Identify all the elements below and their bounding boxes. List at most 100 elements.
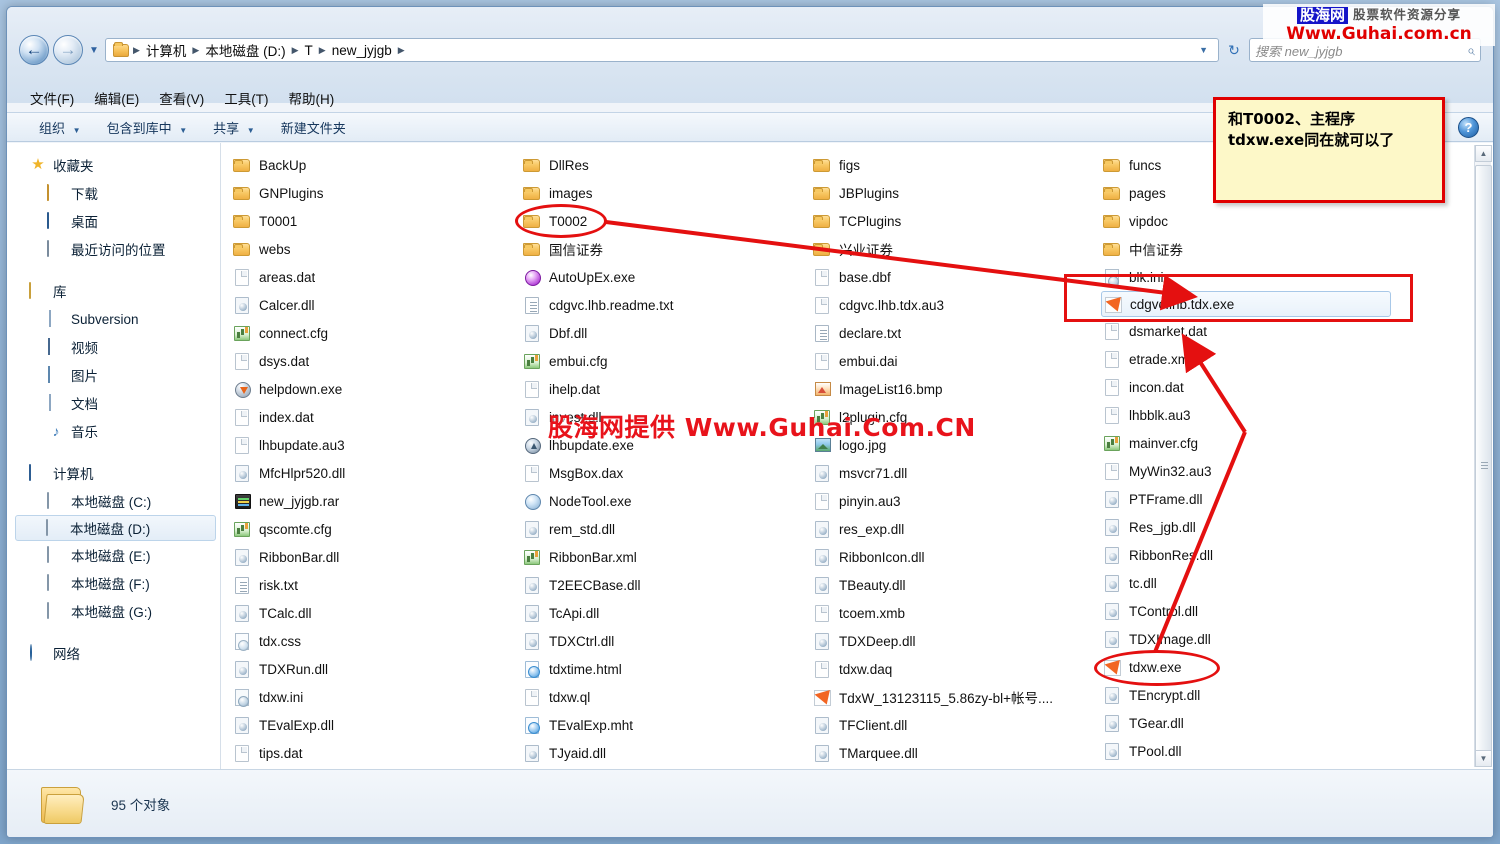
breadcrumb[interactable]: ▶ 计算机 ▶ 本地磁盘 (D:) ▶ T ▶ new_jyjgb ▶ ▼ (105, 38, 1219, 62)
file-item[interactable]: TMarquee.dll (811, 739, 1101, 767)
file-item[interactable]: TFClient.dll (811, 711, 1101, 739)
file-item[interactable]: tdxw.daq (811, 655, 1101, 683)
file-item[interactable]: T0002 (521, 207, 811, 235)
sidebar-item-drive-g[interactable]: 本地磁盘 (G:) (7, 597, 220, 625)
new-folder-button[interactable]: 新建文件夹 (271, 114, 356, 141)
file-item[interactable]: qscomte.cfg (231, 515, 521, 543)
file-item[interactable]: TEncrypt.dll (1101, 681, 1401, 709)
file-item[interactable]: webs (231, 235, 521, 263)
file-item[interactable]: 中信证券 (1101, 235, 1401, 263)
file-item[interactable]: blk.ini (1101, 263, 1401, 291)
sidebar-group-favorites[interactable]: ★ 收藏夹 (7, 151, 220, 179)
file-item[interactable]: incon.dat (1101, 373, 1401, 401)
file-item[interactable]: TJyaid.dll (521, 739, 811, 767)
file-item[interactable]: rem_std.dll (521, 515, 811, 543)
file-item[interactable]: cdgvc.lhb.readme.txt (521, 291, 811, 319)
file-item[interactable]: TcApi.dll (521, 599, 811, 627)
file-item[interactable]: RibbonIcon.dll (811, 543, 1101, 571)
file-item[interactable]: dsys.dat (231, 347, 521, 375)
file-item[interactable]: embui.dai (811, 347, 1101, 375)
file-item[interactable]: GNPlugins (231, 179, 521, 207)
file-item[interactable]: JBPlugins (811, 179, 1101, 207)
file-item[interactable]: l2plugin.cfg (811, 403, 1101, 431)
file-item[interactable]: tdxw.exe (1101, 653, 1401, 681)
breadcrumb-separator[interactable]: ▶ (131, 45, 142, 56)
file-item[interactable]: invest.dll (521, 403, 811, 431)
file-item[interactable]: msvcr71.dll (811, 459, 1101, 487)
file-item[interactable]: 国信证券 (521, 235, 811, 263)
menu-item-help[interactable]: 帮助(H) (280, 86, 344, 110)
breadcrumb-separator[interactable]: ▶ (290, 45, 301, 56)
file-item[interactable]: tc.dll (1101, 569, 1401, 597)
file-item[interactable]: T0001 (231, 207, 521, 235)
file-item[interactable]: MfcHlpr520.dll (231, 459, 521, 487)
scroll-up-icon[interactable]: ▲ (1475, 145, 1492, 162)
breadcrumb-item-0[interactable]: 计算机 (142, 39, 191, 61)
file-item[interactable]: dsmarket.dat (1101, 317, 1401, 345)
file-item[interactable]: logo.jpg (811, 431, 1101, 459)
share-button[interactable]: 共享 ▼ (203, 114, 265, 141)
menu-item-tools[interactable]: 工具(T) (215, 86, 277, 110)
file-item[interactable]: index.dat (231, 403, 521, 431)
file-item[interactable]: vipdoc (1101, 207, 1401, 235)
file-item[interactable]: new_jyjgb.rar (231, 487, 521, 515)
sidebar-item-documents[interactable]: 文档 (7, 389, 220, 417)
sidebar-item-drive-c[interactable]: 本地磁盘 (C:) (7, 487, 220, 515)
file-item[interactable]: funcs (1101, 151, 1401, 179)
file-item[interactable]: pinyin.au3 (811, 487, 1101, 515)
file-item[interactable]: res_exp.dll (811, 515, 1101, 543)
file-item[interactable]: lhbupdate.exe (521, 431, 811, 459)
file-item[interactable]: figs (811, 151, 1101, 179)
file-list-pane[interactable]: BackUp GNPlugins T0001 webs areas.dat Calcer.… (221, 143, 1493, 769)
file-item[interactable]: TEvalExp.dll (231, 711, 521, 739)
file-item[interactable]: helpdown.exe (231, 375, 521, 403)
sidebar-group-network[interactable]: 网络 (7, 639, 220, 667)
file-item[interactable]: TBeauty.dll (811, 571, 1101, 599)
chevron-down-icon[interactable]: ▼ (87, 45, 101, 56)
file-item[interactable]: tdx.css (231, 627, 521, 655)
file-item[interactable]: areas.dat (231, 263, 521, 291)
sidebar-item-recent-places[interactable]: 最近访问的位置 (7, 235, 220, 263)
search-icon[interactable]: ⌕ (1467, 42, 1475, 59)
scroll-down-icon[interactable]: ▼ (1475, 750, 1492, 767)
file-item[interactable]: TDXDeep.dll (811, 627, 1101, 655)
file-item[interactable]: TdxW_13123115_5.86zy-bl+帐号.... (811, 683, 1101, 711)
address-dropdown-icon[interactable]: ▼ (1193, 45, 1214, 55)
sidebar-item-subversion[interactable]: Subversion (7, 305, 220, 333)
organize-button[interactable]: 组织 ▼ (29, 114, 91, 141)
sidebar-group-libraries[interactable]: 库 (7, 277, 220, 305)
breadcrumb-separator[interactable]: ▶ (396, 45, 407, 56)
file-item[interactable]: ihelp.dat (521, 375, 811, 403)
file-item[interactable]: TControl.dll (1101, 597, 1401, 625)
file-item[interactable]: TGear.dll (1101, 709, 1401, 737)
file-item[interactable]: Res_jgb.dll (1101, 513, 1401, 541)
sidebar-group-computer[interactable]: 计算机 (7, 459, 220, 487)
sidebar-item-music[interactable]: ♪ 音乐 (7, 417, 220, 445)
file-item[interactable]: AutoUpEx.exe (521, 263, 811, 291)
file-item[interactable]: lhbupdate.au3 (231, 431, 521, 459)
file-item[interactable]: tdxw.ql (521, 683, 811, 711)
file-item[interactable]: tdxtime.html (521, 655, 811, 683)
file-item[interactable]: 兴业证券 (811, 235, 1101, 263)
file-item[interactable]: mainver.cfg (1101, 429, 1401, 457)
breadcrumb-item-1[interactable]: 本地磁盘 (D:) (201, 39, 289, 61)
menu-item-view[interactable]: 查看(V) (150, 86, 213, 110)
file-item[interactable]: TDXImage.dll (1101, 625, 1401, 653)
file-item[interactable]: MsgBox.dax (521, 459, 811, 487)
help-icon[interactable]: ? (1458, 116, 1479, 138)
breadcrumb-separator[interactable]: ▶ (190, 45, 201, 56)
search-input[interactable]: 搜索 new_jyjgb ⌕ (1249, 38, 1481, 62)
file-item[interactable]: RibbonBar.dll (231, 543, 521, 571)
sidebar-item-drive-f[interactable]: 本地磁盘 (F:) (7, 569, 220, 597)
file-item[interactable]: cdgvc.lhb.tdx.au3 (811, 291, 1101, 319)
file-item[interactable]: tips.dat (231, 739, 521, 767)
include-in-library-button[interactable]: 包含到库中 ▼ (97, 114, 198, 141)
file-item[interactable]: etrade.xmb (1101, 345, 1401, 373)
vertical-scrollbar[interactable]: ▲ ▼ (1474, 145, 1492, 767)
breadcrumb-item-3[interactable]: new_jyjgb (328, 42, 396, 59)
file-item[interactable]: risk.txt (231, 571, 521, 599)
file-item[interactable]: TDXCtrl.dll (521, 627, 811, 655)
file-item[interactable]: lhbblk.au3 (1101, 401, 1401, 429)
file-item[interactable]: RibbonRes.dll (1101, 541, 1401, 569)
sidebar-item-drive-d[interactable]: 本地磁盘 (D:) (15, 515, 216, 541)
